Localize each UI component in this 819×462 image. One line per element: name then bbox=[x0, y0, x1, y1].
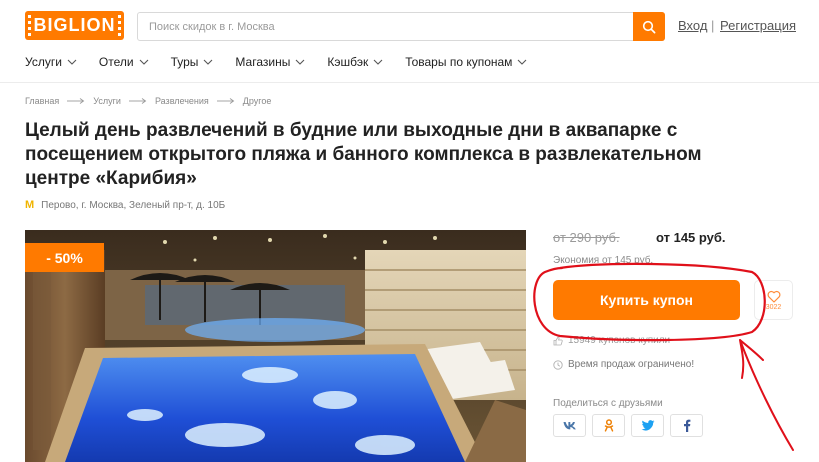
limited-time: Время продаж ограничено! bbox=[553, 359, 694, 370]
nav-label: Услуги bbox=[25, 55, 62, 69]
share-vk-button[interactable] bbox=[553, 414, 586, 437]
chevron-down-icon bbox=[518, 59, 527, 65]
share-facebook-button[interactable] bbox=[670, 414, 703, 437]
buy-label: Купить купон bbox=[599, 292, 693, 308]
breadcrumb-entertainment[interactable]: Развлечения bbox=[155, 96, 209, 106]
nav-item-tours[interactable]: Туры bbox=[171, 55, 214, 69]
register-link[interactable]: Регистрация bbox=[720, 18, 796, 33]
breadcrumb-other[interactable]: Другое bbox=[243, 96, 272, 106]
twitter-icon bbox=[640, 420, 654, 431]
search-icon bbox=[642, 20, 656, 33]
arrow-right-icon bbox=[216, 98, 235, 104]
nav-item-coupon-goods[interactable]: Товары по купонам bbox=[405, 55, 527, 69]
bought-count: 15949 купонов купили bbox=[553, 335, 670, 346]
chevron-down-icon bbox=[139, 59, 148, 65]
arrow-right-icon bbox=[128, 98, 147, 104]
clock-icon bbox=[553, 359, 563, 370]
nav-item-services[interactable]: Услуги bbox=[25, 55, 77, 69]
share-twitter-button[interactable] bbox=[631, 414, 664, 437]
share-ok-button[interactable] bbox=[592, 414, 625, 437]
chevron-down-icon bbox=[204, 59, 213, 65]
breadcrumb-home[interactable]: Главная bbox=[25, 96, 59, 106]
facebook-icon bbox=[683, 419, 690, 432]
thumbs-up-icon bbox=[553, 336, 563, 345]
nav-label: Магазины bbox=[235, 55, 291, 69]
odnoklassniki-icon bbox=[604, 419, 613, 432]
arrow-right-icon bbox=[67, 98, 85, 104]
breadcrumb-services[interactable]: Услуги bbox=[93, 96, 121, 106]
metro-icon: М bbox=[25, 199, 35, 211]
bought-text: 15949 купонов купили bbox=[568, 335, 671, 346]
vk-icon bbox=[563, 422, 576, 430]
favorite-count: 3022 bbox=[765, 303, 782, 311]
limited-text: Время продаж ограничено! bbox=[568, 359, 695, 370]
nav-item-hotels[interactable]: Отели bbox=[99, 55, 149, 69]
nav-label: Туры bbox=[170, 55, 199, 69]
nav-label: Товары по купонам bbox=[405, 55, 513, 69]
nav-item-cashback[interactable]: Кэшбэк bbox=[327, 55, 383, 69]
main-nav: Услуги Отели Туры Магазины Кэшбэк Товары… bbox=[25, 55, 549, 69]
deal-address: М Перово, г. Москва, Зеленый пр-т, д. 10… bbox=[25, 199, 225, 211]
address-text: Перово, г. Москва, Зеленый пр-т, д. 10Б bbox=[41, 199, 226, 211]
nav-label: Отели bbox=[98, 55, 134, 69]
breadcrumb: Главная Услуги Развлечения Другое bbox=[25, 96, 271, 106]
old-price: от 290 руб. bbox=[553, 230, 620, 245]
savings-text: Экономия от 145 руб. bbox=[553, 255, 654, 266]
nav-label: Кэшбэк bbox=[327, 55, 369, 69]
share-label: Поделиться с друзьями bbox=[553, 398, 663, 409]
discount-badge: - 50% bbox=[25, 243, 104, 272]
annotation-arrow bbox=[739, 339, 794, 451]
search-bar bbox=[137, 12, 665, 41]
logo-text: BIGLION bbox=[33, 15, 116, 35]
search-input[interactable] bbox=[138, 13, 634, 40]
login-link[interactable]: Вход bbox=[678, 18, 707, 33]
header-divider bbox=[0, 82, 819, 83]
chevron-down-icon bbox=[67, 59, 77, 65]
share-buttons bbox=[553, 414, 703, 437]
heart-icon bbox=[767, 290, 780, 303]
auth-separator: | bbox=[711, 18, 715, 33]
chevron-down-icon bbox=[295, 59, 305, 65]
chevron-down-icon bbox=[373, 59, 383, 65]
favorite-button[interactable]: 3022 bbox=[754, 280, 793, 320]
nav-item-shops[interactable]: Магазины bbox=[235, 55, 305, 69]
new-price: от 145 руб. bbox=[656, 230, 726, 245]
page-title: Целый день развлечений в будние или выхо… bbox=[25, 120, 702, 189]
biglion-logo[interactable]: BIGLION bbox=[25, 11, 124, 40]
buy-coupon-button[interactable]: Купить купон bbox=[553, 280, 740, 320]
search-button[interactable] bbox=[633, 12, 665, 41]
